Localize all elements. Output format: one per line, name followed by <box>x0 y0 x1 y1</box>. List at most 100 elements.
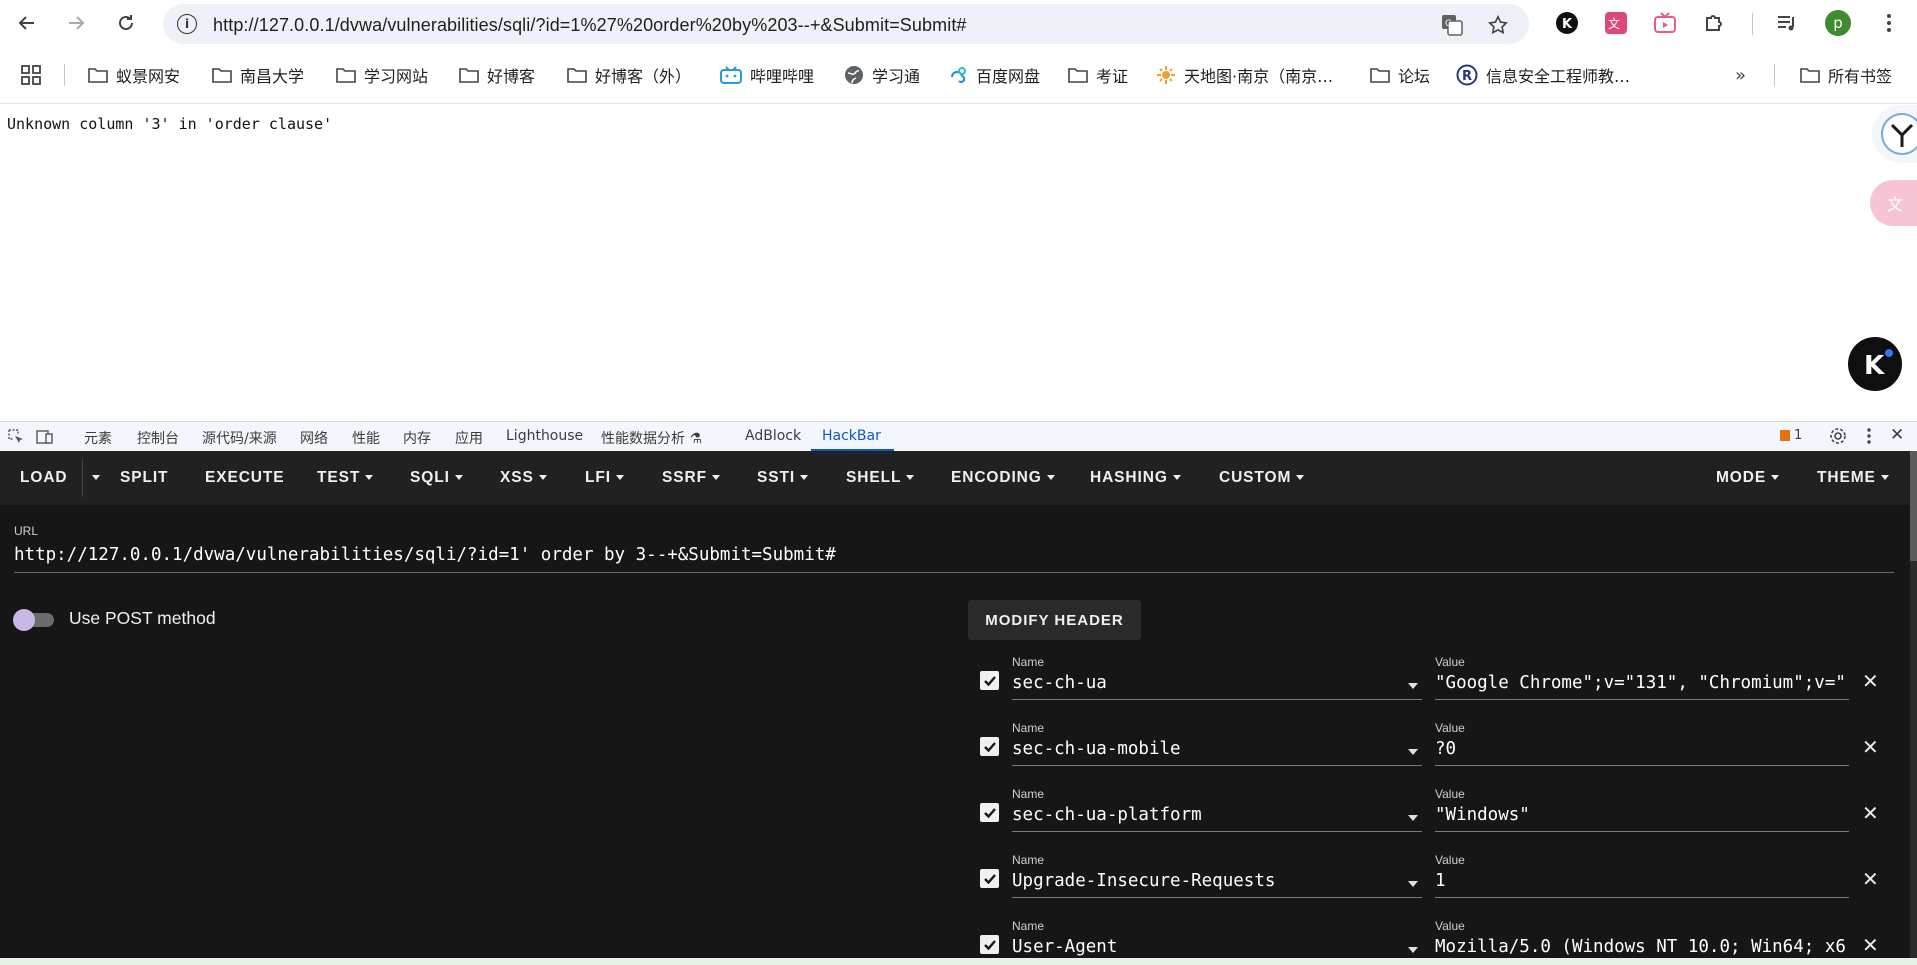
bookmark-item[interactable]: 学习通 <box>844 61 920 89</box>
header-enabled-checkbox[interactable] <box>980 803 999 822</box>
tv-extension-icon[interactable] <box>1651 9 1679 37</box>
profile-avatar[interactable]: p <box>1824 9 1852 37</box>
encoding-menu[interactable]: ENCODING <box>951 469 1055 487</box>
header-name-input[interactable]: sec-ch-ua-mobile <box>1012 739 1402 759</box>
test-menu[interactable]: TEST <box>317 469 374 487</box>
header-name-input[interactable]: sec-ch-ua <box>1012 673 1402 693</box>
tab-performance[interactable]: 性能 <box>352 428 380 448</box>
modify-header-button[interactable]: MODIFY HEADER <box>968 600 1141 640</box>
header-name-dropdown-icon[interactable] <box>1408 881 1418 887</box>
hashing-menu[interactable]: HASHING <box>1090 469 1181 487</box>
settings-gear-icon[interactable] <box>1829 427 1847 449</box>
hackbar-extension-icon[interactable]: K <box>1553 9 1581 37</box>
tab-elements[interactable]: 元素 <box>84 428 112 448</box>
url-input[interactable]: http://127.0.0.1/dvwa/vulnerabilities/sq… <box>14 545 836 565</box>
header-name-input[interactable]: Upgrade-Insecure-Requests <box>1012 871 1402 891</box>
tab-sources[interactable]: 源代码/来源 <box>202 428 277 448</box>
star-icon[interactable] <box>1485 12 1511 38</box>
tab-adblock[interactable]: AdBlock <box>745 428 801 444</box>
bookmark-item[interactable]: 学习网站 <box>336 61 428 89</box>
remove-header-close-icon[interactable]: ✕ <box>1862 933 1879 957</box>
bookmark-item[interactable]: 考证 <box>1068 61 1128 89</box>
header-name-input[interactable]: User-Agent <box>1012 937 1402 957</box>
bookmark-item[interactable]: 天地图·南京（南京… <box>1156 61 1333 89</box>
svg-text:文: 文 <box>1608 16 1620 31</box>
media-control-icon[interactable] <box>1773 9 1801 37</box>
sidebar-translate-icon[interactable]: 文 <box>1870 180 1917 226</box>
inspect-element-icon[interactable] <box>8 429 24 449</box>
devtools-close-icon[interactable]: ✕ <box>1890 425 1904 445</box>
bookmark-item[interactable]: 南昌大学 <box>212 61 304 89</box>
floating-k-icon[interactable]: K <box>1848 337 1902 391</box>
translate-extension-icon[interactable]: 文 <box>1602 9 1630 37</box>
remove-header-close-icon[interactable]: ✕ <box>1862 801 1879 825</box>
remove-header-close-icon[interactable]: ✕ <box>1862 867 1879 891</box>
xss-menu[interactable]: XSS <box>500 469 547 487</box>
header-enabled-checkbox[interactable] <box>980 869 999 888</box>
address-bar[interactable]: i http://127.0.0.1/dvwa/vulnerabilities/… <box>163 4 1529 44</box>
header-enabled-checkbox[interactable] <box>980 737 999 756</box>
custom-menu[interactable]: CUSTOM <box>1219 469 1305 487</box>
tab-network[interactable]: 网络 <box>300 428 328 448</box>
bookmark-item[interactable]: 蚁景网安 <box>88 61 180 89</box>
tab-console[interactable]: 控制台 <box>137 428 179 448</box>
tab-performance-insights[interactable]: 性能数据分析 ⚗ <box>601 428 702 448</box>
more-vert-icon[interactable] <box>1875 9 1903 37</box>
url-input-underline <box>14 572 1894 573</box>
bookmark-item[interactable]: 好博客（外） <box>567 61 691 89</box>
header-value-input[interactable]: Mozilla/5.0 (Windows NT 10.0; Win64; x6 <box>1435 937 1850 957</box>
header-name-input[interactable]: sec-ch-ua-platform <box>1012 805 1402 825</box>
header-enabled-checkbox[interactable] <box>980 935 999 954</box>
load-dropdown-chevron-icon[interactable] <box>87 469 100 487</box>
all-bookmarks[interactable]: 所有书签 <box>1800 61 1892 89</box>
extensions-puzzle-icon[interactable] <box>1700 9 1728 37</box>
execute-button[interactable]: EXECUTE <box>205 469 285 487</box>
tab-memory[interactable]: 内存 <box>403 428 431 448</box>
reload-icon[interactable] <box>111 8 141 38</box>
tab-hackbar[interactable]: HackBar <box>822 428 881 444</box>
translate-icon[interactable]: G <box>1439 12 1465 38</box>
apps-grid-icon[interactable] <box>21 61 41 89</box>
issues-badge[interactable]: 1 <box>1780 428 1802 443</box>
post-method-toggle-knob[interactable] <box>13 609 35 631</box>
ssrf-menu[interactable]: SSRF <box>662 469 720 487</box>
tab-lighthouse[interactable]: Lighthouse <box>506 428 583 444</box>
header-name-dropdown-icon[interactable] <box>1408 947 1418 953</box>
header-value-input[interactable]: "Google Chrome";v="131", "Chromium";v=" <box>1435 673 1850 693</box>
sqli-menu[interactable]: SQLI <box>410 469 463 487</box>
sidebar-assistant-icon[interactable] <box>1872 105 1917 163</box>
back-arrow-icon[interactable] <box>12 8 42 38</box>
forward-arrow-icon[interactable] <box>61 8 91 38</box>
header-value-input[interactable]: 1 <box>1435 871 1850 891</box>
r-icon: R <box>1456 64 1478 86</box>
theme-menu[interactable]: THEME <box>1817 469 1889 487</box>
more-bookmarks-chevron-icon[interactable]: » <box>1735 61 1746 89</box>
header-name-dropdown-icon[interactable] <box>1408 749 1418 755</box>
bookmark-item[interactable]: 百度网盘 <box>948 61 1040 89</box>
header-value-input[interactable]: ?0 <box>1435 739 1850 759</box>
site-info-icon[interactable]: i <box>177 14 197 34</box>
device-toolbar-icon[interactable] <box>36 429 54 449</box>
header-value-input[interactable]: "Windows" <box>1435 805 1850 825</box>
remove-header-close-icon[interactable]: ✕ <box>1862 669 1879 693</box>
header-name-dropdown-icon[interactable] <box>1408 815 1418 821</box>
bookmark-item[interactable]: R 信息安全工程师教… <box>1456 61 1630 89</box>
post-method-label: Use POST method <box>69 608 216 628</box>
bookmark-item[interactable]: 好博客 <box>459 61 535 89</box>
lfi-menu[interactable]: LFI <box>585 469 624 487</box>
remove-header-close-icon[interactable]: ✕ <box>1862 735 1879 759</box>
hackbar-scrollbar-thumb[interactable] <box>1910 451 1917 561</box>
load-button[interactable]: LOAD <box>20 469 68 487</box>
shell-menu[interactable]: SHELL <box>846 469 915 487</box>
ssti-menu[interactable]: SSTI <box>757 469 809 487</box>
bookmark-item[interactable]: 哔哩哔哩 <box>720 61 814 89</box>
devtools-more-icon[interactable] <box>1866 427 1872 449</box>
address-url[interactable]: http://127.0.0.1/dvwa/vulnerabilities/sq… <box>213 15 967 36</box>
tab-application[interactable]: 应用 <box>455 428 483 448</box>
header-name-dropdown-icon[interactable] <box>1408 683 1418 689</box>
mode-menu[interactable]: MODE <box>1716 469 1780 487</box>
header-enabled-checkbox[interactable] <box>980 671 999 690</box>
folder-icon <box>567 67 587 83</box>
split-button[interactable]: SPLIT <box>120 469 168 487</box>
bookmark-item[interactable]: 论坛 <box>1370 61 1430 89</box>
